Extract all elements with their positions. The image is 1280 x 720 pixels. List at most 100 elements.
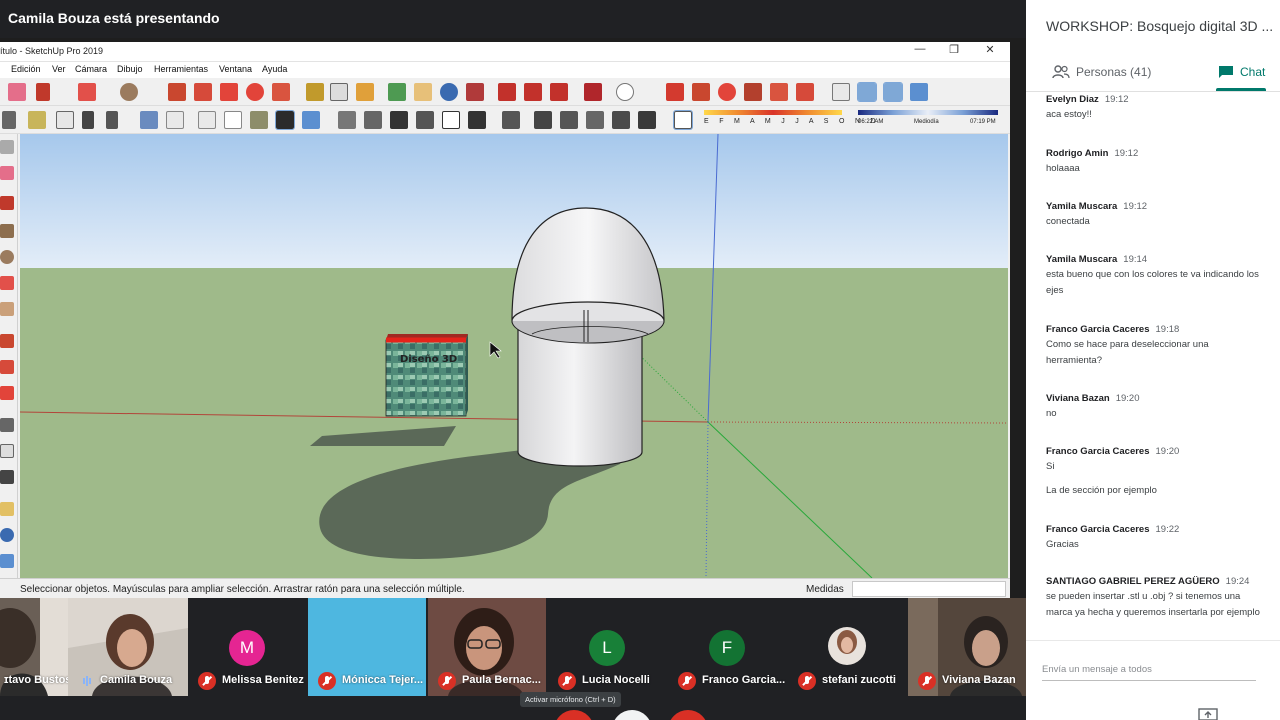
participant-tile[interactable]: Paula Bernac... (428, 598, 546, 696)
restore-icon[interactable]: ❐ (942, 43, 966, 56)
menu-ayuda[interactable]: Ayuda (262, 64, 287, 74)
polygon-icon[interactable] (0, 250, 14, 264)
door-icon[interactable] (364, 111, 382, 129)
pie-icon[interactable] (0, 302, 14, 316)
participant-tile[interactable]: Viviana Bazan (908, 598, 1026, 696)
back-edges-icon[interactable] (883, 82, 903, 102)
section-plane-icon[interactable] (106, 111, 118, 129)
offset-left-icon[interactable] (0, 386, 14, 400)
text-left-icon[interactable] (0, 444, 14, 458)
axis-icon[interactable] (82, 111, 94, 129)
eraser-icon[interactable] (8, 83, 26, 101)
tab-chat[interactable]: Chat (1218, 62, 1265, 82)
menu-ventana[interactable]: Ventana (219, 64, 252, 74)
participant-tile[interactable]: F Franco Garcia... (668, 598, 786, 696)
arc-icon[interactable] (78, 83, 96, 101)
house-outline-icon[interactable] (442, 111, 460, 129)
paint-bucket-icon[interactable] (356, 83, 374, 101)
tape-measure-icon[interactable] (306, 83, 324, 101)
garage-icon[interactable] (468, 111, 486, 129)
push-pull-2-icon[interactable] (692, 83, 710, 101)
offset-icon[interactable] (796, 83, 814, 101)
months-slider[interactable] (704, 110, 842, 115)
circle-icon[interactable] (120, 83, 138, 101)
time-slider[interactable] (858, 110, 998, 115)
top-view-icon[interactable] (166, 111, 184, 129)
zoom-extents-icon[interactable] (466, 83, 484, 101)
present-icon[interactable] (1196, 707, 1220, 720)
chat-input[interactable]: Envía un mensaje a todos (1042, 664, 1152, 675)
follow-me-icon[interactable] (194, 83, 212, 101)
arc-left-icon[interactable] (0, 276, 14, 290)
freehand-icon[interactable] (0, 196, 14, 210)
right-view-icon[interactable] (224, 111, 242, 129)
crosshair-icon[interactable] (832, 83, 850, 101)
share-model-icon[interactable] (524, 83, 542, 101)
scale-2-icon[interactable] (770, 83, 788, 101)
wireframe-icon[interactable] (910, 83, 928, 101)
pencil-icon[interactable] (36, 83, 50, 101)
roof-icon[interactable] (416, 111, 434, 129)
zoom-icon[interactable] (440, 83, 458, 101)
minimize-icon[interactable]: — (908, 43, 932, 55)
shadows-toggle-icon[interactable] (673, 110, 693, 130)
orbit-icon[interactable] (388, 83, 406, 101)
back-view-icon[interactable] (250, 111, 268, 129)
group-icon[interactable] (560, 111, 578, 129)
participant-tile[interactable]: Camila Bouza (68, 598, 188, 696)
account-icon[interactable] (616, 83, 634, 101)
pan-left-icon[interactable] (0, 502, 14, 516)
measurements-input[interactable] (852, 581, 1006, 597)
rectangle-icon[interactable] (0, 224, 14, 238)
participant-tile[interactable]: Mónicca Tejer... (308, 598, 426, 696)
style-shaded-icon[interactable] (302, 111, 320, 129)
pan-icon[interactable] (414, 83, 432, 101)
rotate-icon[interactable] (246, 83, 264, 101)
chat-messages[interactable]: Evelyn Diaz 19:12 aca estoy!! Rodrigo Ami… (1046, 94, 1278, 634)
pushpull-left-icon[interactable] (0, 334, 14, 348)
move-tool-2-icon[interactable] (666, 83, 684, 101)
scenes-icon[interactable] (612, 111, 630, 129)
materials-icon[interactable] (638, 111, 656, 129)
participant-tile[interactable]: L Lucia Nocelli (548, 598, 666, 696)
close-icon[interactable]: ✕ (978, 43, 1002, 56)
iso-view-icon[interactable] (140, 111, 158, 129)
select-icon[interactable] (0, 140, 14, 154)
followme-left-icon[interactable] (0, 360, 14, 374)
protractor-icon[interactable] (28, 111, 46, 129)
scale-icon[interactable] (272, 83, 290, 101)
axes-left-icon[interactable] (0, 470, 14, 484)
menu-camara[interactable]: Cámara (75, 64, 107, 74)
tape-left-icon[interactable] (0, 418, 14, 432)
rotate-2-icon[interactable] (718, 83, 736, 101)
home-icon[interactable] (390, 111, 408, 129)
follow-me-2-icon[interactable] (744, 83, 762, 101)
front-view-icon[interactable] (198, 111, 216, 129)
participant-tile[interactable]: stefani zucotti (788, 598, 906, 696)
left-view-icon[interactable] (275, 110, 295, 130)
ruby-icon[interactable] (584, 83, 602, 101)
menu-edicion[interactable]: Edición (11, 64, 41, 74)
menu-herramientas[interactable]: Herramientas (154, 64, 208, 74)
push-pull-icon[interactable] (168, 83, 186, 101)
axes-icon[interactable] (2, 111, 16, 129)
shadow-settings[interactable]: E F M A M J J A S O N D 06:22 AM Mediodí… (700, 108, 1002, 132)
menu-dibujo[interactable]: Dibujo (117, 64, 143, 74)
text-tool-icon[interactable] (330, 83, 348, 101)
move-icon[interactable] (220, 83, 238, 101)
outliner-icon[interactable] (586, 111, 604, 129)
tab-people[interactable]: Personas (41) (1052, 62, 1151, 82)
menu-ver[interactable]: Ver (52, 64, 66, 74)
dimension-icon[interactable] (56, 111, 74, 129)
walk-icon[interactable] (0, 554, 14, 568)
house-icon[interactable] (338, 111, 356, 129)
extension-warehouse-icon[interactable] (550, 83, 568, 101)
xray-icon[interactable] (857, 82, 877, 102)
zoom-left-icon[interactable] (0, 528, 14, 542)
layers-icon[interactable] (502, 111, 520, 129)
eraser-left-icon[interactable] (0, 166, 14, 180)
3d-viewport[interactable]: Diseño 3D (20, 134, 1008, 578)
participant-tile[interactable]: M Melissa Benitez (188, 598, 306, 696)
warehouse-icon[interactable] (498, 83, 516, 101)
component-icon[interactable] (534, 111, 552, 129)
